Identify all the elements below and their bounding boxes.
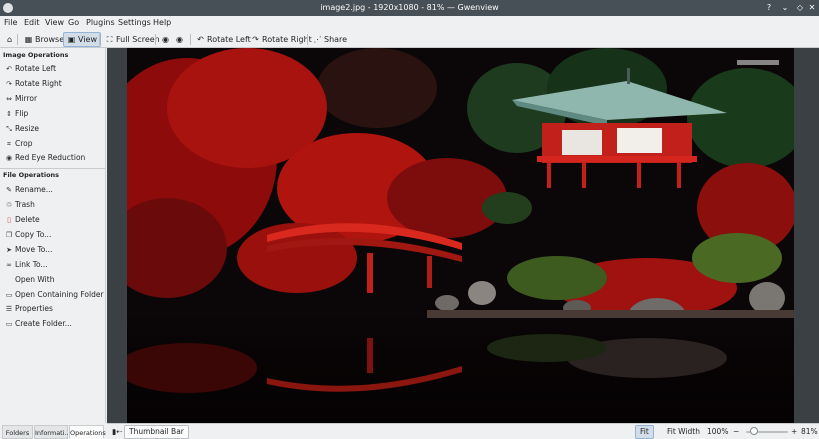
zoom-level-label: 81% <box>801 427 818 436</box>
sidebar-mirror[interactable]: ⇔ Mirror <box>5 93 37 105</box>
menu-go[interactable]: Go <box>68 18 79 27</box>
tab-operations[interactable]: Operations <box>69 425 106 439</box>
sidebar-create-folder[interactable]: ▭ Create Folder... <box>5 318 72 330</box>
delete-icon: ▯ <box>7 216 11 224</box>
zoom-slider-handle[interactable] <box>750 427 759 435</box>
image-operations-title: Image Operations <box>3 51 69 59</box>
rotate-left-icon: ↶ <box>197 35 204 44</box>
menu-settings[interactable]: Settings <box>118 18 151 27</box>
home-icon: ⌂ <box>6 35 13 44</box>
flip-icon: ⇕ <box>6 110 12 118</box>
file-operations-title: File Operations <box>3 171 60 179</box>
window-title: image2.jpg - 1920x1080 - 81% — Gwenview <box>320 3 499 12</box>
tab-information[interactable]: Informati... <box>34 425 71 439</box>
minimize-icon[interactable]: ⌄ <box>779 2 791 14</box>
share-icon: ⋰ <box>313 35 322 44</box>
thumbnail-bar-button[interactable]: Thumbnail Bar <box>124 425 189 439</box>
grid-icon: ▦ <box>24 35 33 44</box>
rotate-left-icon: ↶ <box>6 65 12 73</box>
rotate-right-icon: ↷ <box>6 80 12 88</box>
mirror-icon: ⇔ <box>6 95 12 103</box>
previous-icon: ◉ <box>162 35 169 44</box>
sidebar-delete[interactable]: ▯ Delete <box>5 214 40 226</box>
sidebar-resize[interactable]: ⤡ Resize <box>5 123 39 135</box>
sidebar-rotate-right[interactable]: ↷ Rotate Right <box>5 78 62 90</box>
zoom-out-icon: − <box>733 427 740 436</box>
image-icon: ▣ <box>67 35 76 44</box>
close-icon[interactable]: ✕ <box>806 2 818 14</box>
sidebar-crop[interactable]: ⌗ Crop <box>5 138 33 150</box>
sidebar-toggle-icon: ▮⇠ <box>112 427 123 436</box>
displayed-photo <box>127 48 794 423</box>
sidebar-open-with[interactable]: Open With <box>5 274 54 286</box>
toolbar-separator <box>155 34 156 45</box>
share-button[interactable]: ⋰ Share <box>310 32 350 47</box>
copy-icon: ❐ <box>5 231 13 239</box>
next-icon: ◉ <box>176 35 183 44</box>
help-icon[interactable]: ? <box>763 2 775 14</box>
eye-icon: ◉ <box>5 154 13 162</box>
menu-bar: File Edit View Go Plugins Settings Help <box>0 16 819 31</box>
view-button[interactable]: ▣ View <box>63 32 101 47</box>
sidebar-move-to[interactable]: ➤ Move To... <box>5 244 52 256</box>
menu-view[interactable]: View <box>45 18 64 27</box>
trash-icon: ♲ <box>5 201 13 209</box>
fullscreen-icon: ⛶ <box>106 35 113 44</box>
toolbar-separator <box>17 34 18 45</box>
folder-new-icon: ▭ <box>5 320 13 328</box>
properties-icon: ☰ <box>5 305 13 313</box>
status-bar: ▮⇠ Thumbnail Bar Fit Fit Width 100% − + … <box>107 423 819 439</box>
zoom-fit-width-button[interactable]: Fit Width <box>663 425 704 439</box>
main-toolbar: ⌂ ▦ Browse ▣ View ⛶ Full Screen ◉ ◉ ↶ Rotate… <box>0 31 819 48</box>
sidebar-rename[interactable]: ✎ Rename... <box>5 184 53 196</box>
tab-folders[interactable]: Folders <box>2 425 33 439</box>
menu-edit[interactable]: Edit <box>24 18 40 27</box>
image-viewer[interactable] <box>107 48 819 423</box>
toolbar-separator <box>99 34 100 45</box>
zoom-fit-button[interactable]: Fit <box>635 425 654 439</box>
fullscreen-button[interactable]: ⛶ Full Screen <box>102 32 163 47</box>
folder-open-icon: ▭ <box>5 291 13 299</box>
next-button[interactable]: ◉ <box>172 32 189 47</box>
sidebar-link-to[interactable]: ∞ Link To... <box>5 259 48 271</box>
sidebar-trash[interactable]: ♲ Trash <box>5 199 35 211</box>
rotate-right-icon: ↷ <box>252 35 259 44</box>
sidebar-tabs: Folders Informati... Operations <box>0 425 106 439</box>
move-icon: ➤ <box>6 246 12 254</box>
menu-help[interactable]: Help <box>153 18 171 27</box>
resize-icon: ⤡ <box>6 125 12 133</box>
zoom-out-button[interactable]: − <box>729 425 743 439</box>
crop-icon: ⌗ <box>7 140 11 148</box>
sidebar: Image Operations ↶ Rotate Left ↷ Rotate Ri… <box>0 48 106 423</box>
toolbar-separator <box>307 34 308 45</box>
menu-file[interactable]: File <box>4 18 17 27</box>
section-divider <box>0 168 105 169</box>
sidebar-copy-to[interactable]: ❐ Copy To... <box>5 229 51 241</box>
title-bar: image2.jpg - 1920x1080 - 81% — Gwenview … <box>0 0 819 16</box>
maximize-icon[interactable]: ◇ <box>794 2 806 14</box>
link-icon: ∞ <box>6 261 12 269</box>
sidebar-red-eye-reduction[interactable]: ◉ Red Eye Reduction <box>5 152 85 164</box>
sidebar-flip[interactable]: ⇕ Flip <box>5 108 28 120</box>
toolbar-rotate-left-button[interactable]: ↶ Rotate Left <box>193 32 254 47</box>
sidebar-open-containing-folder[interactable]: ▭ Open Containing Folder <box>5 289 104 301</box>
rename-icon: ✎ <box>6 186 12 194</box>
toolbar-separator <box>190 34 191 45</box>
browse-button[interactable]: ▦ Browse <box>21 32 67 47</box>
sidebar-properties[interactable]: ☰ Properties <box>5 303 53 315</box>
sidebar-rotate-left[interactable]: ↶ Rotate Left <box>5 63 56 75</box>
toolbar-rotate-right-button[interactable]: ↷ Rotate Right <box>248 32 315 47</box>
menu-plugins[interactable]: Plugins <box>86 18 115 27</box>
